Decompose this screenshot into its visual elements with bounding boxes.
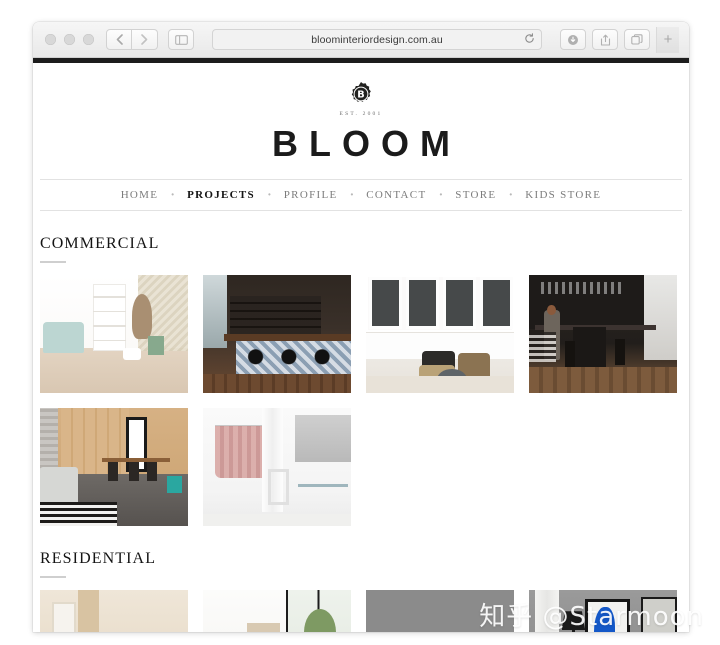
browser-toolbar: bloominteriordesign.com.au + [33,22,689,58]
nav-item-projects[interactable]: PROJECTS [187,189,255,201]
project-tile[interactable] [40,590,188,632]
project-tile[interactable] [203,275,351,393]
sidebar-toggle-icon [174,34,188,45]
svg-text:B: B [357,90,364,101]
nav-item-store[interactable]: STORE [455,189,496,201]
project-grid-commercial [40,275,682,526]
project-tile[interactable] [529,275,677,393]
section-underline [40,576,66,578]
nav-item-home[interactable]: HOME [121,189,159,201]
website-content: B EST. 2001 BLOOM HOME • PROJECTS • PROF… [33,63,689,632]
project-thumbnail [40,408,188,526]
nav-separator: • [509,190,513,199]
navigation-buttons [106,29,194,50]
project-tile[interactable] [203,408,351,526]
project-tile[interactable] [366,590,514,632]
project-tile[interactable] [366,275,514,393]
nav-separator: • [350,190,354,199]
show-tabs-icon [631,33,643,46]
project-thumbnail [40,590,188,632]
section-title-commercial: COMMERCIAL [40,235,160,252]
share-icon [600,34,611,46]
section-underline [40,261,66,263]
address-text: bloominteriordesign.com.au [311,33,443,46]
minimize-button[interactable] [64,34,75,45]
address-bar-container: bloominteriordesign.com.au [194,29,560,50]
project-tile[interactable] [40,408,188,526]
section-commercial: COMMERCIAL [33,211,689,526]
established-text: EST. 2001 [339,111,383,117]
project-thumbnail [529,275,677,393]
project-thumbnail [366,590,514,632]
back-button[interactable] [106,29,132,50]
nav-item-profile[interactable]: PROFILE [284,189,338,201]
forward-button[interactable] [132,29,158,50]
project-grid-residential [40,590,682,632]
site-wordmark: BLOOM [272,123,461,164]
nav-separator: • [439,190,443,199]
project-tile[interactable] [40,275,188,393]
toolbar-right-buttons: + [560,26,679,53]
chevron-left-icon [116,34,123,45]
nav-item-contact[interactable]: CONTACT [366,189,426,201]
site-header: B EST. 2001 BLOOM [33,63,689,162]
project-thumbnail [203,275,351,393]
reload-icon[interactable] [524,32,535,47]
close-button[interactable] [45,34,56,45]
zoom-button[interactable] [83,34,94,45]
new-tab-button[interactable]: + [656,26,679,53]
browser-window: bloominteriordesign.com.au + B EST. 2001… [33,22,689,632]
nav-separator: • [171,190,175,199]
nav-separator: • [267,190,271,199]
project-thumbnail [203,408,351,526]
project-thumbnail [203,590,351,632]
chevron-right-icon [141,34,148,45]
share-button[interactable] [592,29,618,50]
project-thumbnail [40,275,188,393]
project-thumbnail [366,275,514,393]
sidebar-toggle-button[interactable] [168,29,194,50]
address-bar[interactable]: bloominteriordesign.com.au [212,29,542,50]
project-tile[interactable] [529,590,677,632]
show-tabs-button[interactable] [624,29,650,50]
project-thumbnail [529,590,677,632]
nav-item-kids-store[interactable]: KIDS STORE [525,189,601,201]
downloads-button[interactable] [560,29,586,50]
bloom-seal-icon: B [348,81,374,107]
main-navigation: HOME • PROJECTS • PROFILE • CONTACT • ST… [40,180,682,211]
window-controls [45,34,94,45]
section-residential: RESIDENTIAL [33,526,689,632]
section-title-residential: RESIDENTIAL [40,550,157,567]
project-tile[interactable] [203,590,351,632]
downloads-icon [567,34,579,46]
